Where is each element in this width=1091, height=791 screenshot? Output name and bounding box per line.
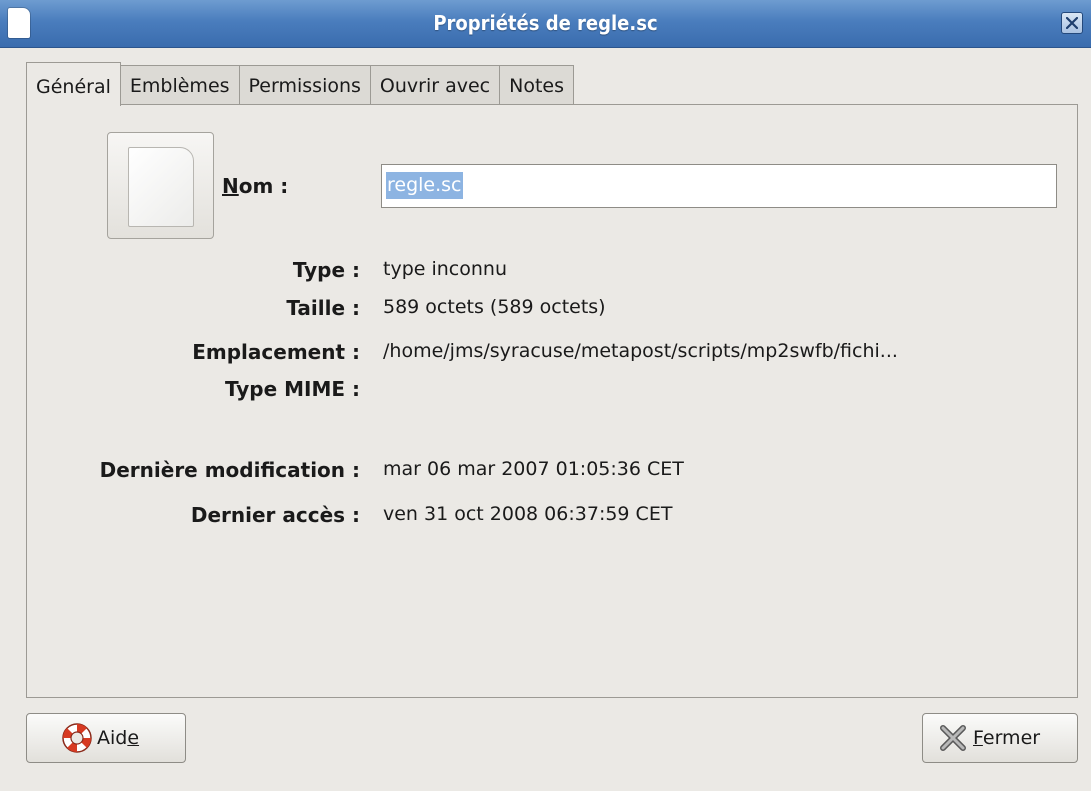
help-label-text: Aid	[97, 727, 128, 749]
close-label: Fermer	[973, 727, 1040, 749]
close-label-text: ermer	[982, 727, 1041, 749]
tab-open-with[interactable]: Ouvrir avec	[370, 65, 501, 105]
name-label-mnemonic: N	[222, 174, 239, 198]
name-label-rest: om :	[238, 174, 289, 198]
help-label: Aide	[97, 727, 139, 749]
help-label-mnemonic: e	[127, 727, 140, 749]
accessed-value: ven 31 oct 2008 06:37:59 CET	[383, 503, 673, 525]
name-input[interactable]	[381, 164, 1057, 208]
window-title: Propriétés de regle.sc	[433, 11, 658, 35]
close-icon	[1066, 17, 1078, 29]
size-label: Taille :	[286, 296, 360, 320]
mime-type-label: Type MIME :	[224, 377, 360, 401]
file-icon	[128, 147, 194, 227]
tab-general[interactable]: Général	[26, 62, 121, 106]
location-value: /home/jms/syracuse/metapost/scripts/mp2s…	[383, 340, 898, 362]
modified-label: Dernière modification :	[99, 458, 360, 482]
window-close-button[interactable]	[1061, 12, 1083, 34]
type-value: type inconnu	[383, 258, 508, 280]
name-label: Nom :	[222, 174, 288, 198]
close-button[interactable]: Fermer	[922, 713, 1078, 763]
close-label-mnemonic: F	[973, 727, 983, 749]
tab-emblems[interactable]: Emblèmes	[120, 65, 240, 105]
tab-permissions[interactable]: Permissions	[239, 65, 371, 105]
location-label: Emplacement :	[192, 340, 360, 364]
lifebuoy-icon	[62, 723, 92, 753]
type-label: Type :	[292, 258, 360, 282]
help-button[interactable]: Aide	[26, 713, 186, 763]
accessed-label: Dernier accès :	[190, 503, 360, 527]
size-value: 589 octets (589 octets)	[383, 296, 606, 318]
modified-value: mar 06 mar 2007 01:05:36 CET	[383, 458, 684, 480]
tab-notes[interactable]: Notes	[500, 65, 575, 105]
title-bar[interactable]: Propriétés de regle.sc	[0, 0, 1091, 48]
tab-bar: Général Emblèmes Permissions Ouvrir avec…	[26, 62, 575, 106]
file-icon-button[interactable]	[107, 132, 214, 239]
close-x-icon	[940, 725, 966, 751]
